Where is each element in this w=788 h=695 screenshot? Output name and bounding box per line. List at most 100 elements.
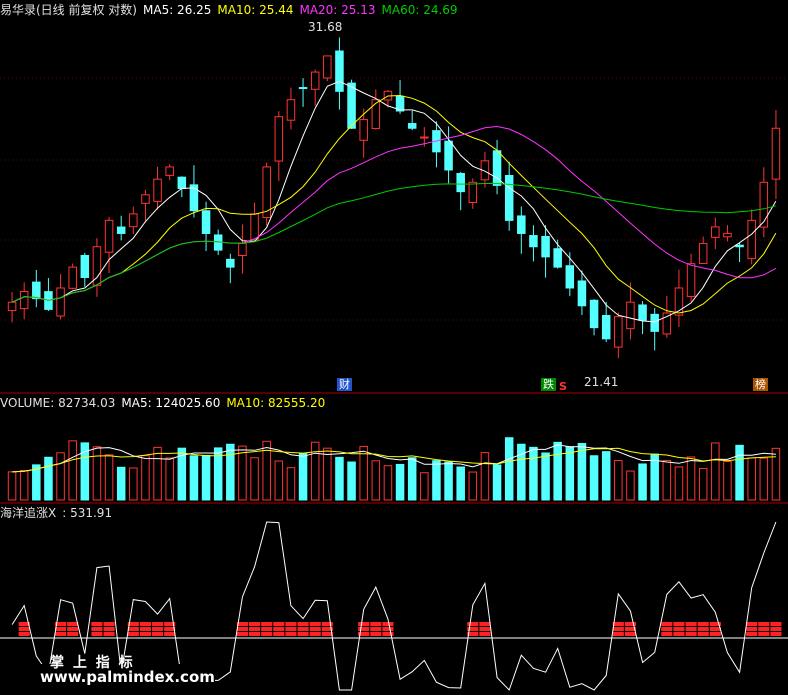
candle-body xyxy=(577,280,587,307)
signal-block xyxy=(261,622,273,626)
candle-body xyxy=(298,87,308,90)
drop-tag[interactable]: 跌 xyxy=(541,378,556,391)
finance-tag[interactable]: 财 xyxy=(337,378,352,391)
candle-body xyxy=(286,99,296,121)
signal-block xyxy=(236,632,248,636)
signal-block xyxy=(370,622,382,626)
signal-block xyxy=(249,632,261,636)
candle-body xyxy=(686,263,696,297)
price-candles xyxy=(7,37,781,359)
volume-bar xyxy=(129,467,138,501)
signal-block xyxy=(358,622,370,626)
volume-label: VOLUME: 82734.03 xyxy=(0,396,116,410)
candle-body xyxy=(104,219,114,253)
candle-body xyxy=(723,232,732,238)
volume-bar xyxy=(504,437,514,501)
volume-bar xyxy=(771,447,781,501)
signal-block xyxy=(297,627,309,631)
candle-body xyxy=(698,242,708,264)
candle-body xyxy=(747,219,756,260)
volume-bar xyxy=(541,452,550,501)
ma60-label: MA60: 24.69 xyxy=(381,3,458,17)
ma5-line xyxy=(11,80,777,323)
volume-bar xyxy=(614,460,623,501)
signal-block xyxy=(358,627,370,631)
price-header: 易华录(日线 前复权 对数) MA5: 26.25 MA10: 25.44 MA20:… xyxy=(0,3,464,17)
signal-block xyxy=(273,632,285,636)
signal-block xyxy=(152,622,164,626)
sell-tag[interactable]: S xyxy=(557,380,569,393)
signal-block xyxy=(55,627,67,631)
signal-block xyxy=(479,627,491,631)
candle-body xyxy=(711,226,720,238)
candle-body xyxy=(238,242,247,257)
ma5-label: MA5: 26.25 xyxy=(143,3,212,17)
signal-block xyxy=(139,627,151,631)
candle-body xyxy=(407,123,417,129)
candle-body xyxy=(310,71,320,90)
signal-block xyxy=(91,632,103,636)
signal-block xyxy=(770,627,782,631)
volume-bar xyxy=(674,466,684,501)
candle-body xyxy=(359,119,368,141)
signal-block xyxy=(321,622,333,626)
signal-block xyxy=(261,627,273,631)
candle-body xyxy=(529,235,538,248)
signal-block xyxy=(758,632,770,636)
signal-block xyxy=(685,632,697,636)
candle-body xyxy=(456,172,465,193)
signal-block xyxy=(661,622,673,626)
signal-block xyxy=(709,627,721,631)
signal-block xyxy=(273,622,285,626)
signal-block xyxy=(673,632,685,636)
signal-block xyxy=(685,627,697,631)
candle-body xyxy=(116,226,126,234)
signal-block xyxy=(746,622,758,626)
candle-body xyxy=(56,287,65,317)
volume-bar xyxy=(553,441,562,501)
volume-bar xyxy=(480,452,490,501)
watermark: 掌 上 指 标 www.palmindex.com xyxy=(0,655,215,695)
volume-bar xyxy=(32,464,41,501)
candle-body xyxy=(189,184,199,212)
candle-body xyxy=(129,213,138,228)
volume-bar xyxy=(359,445,368,501)
volume-ma5-line xyxy=(12,444,776,473)
signal-block xyxy=(697,627,709,631)
volume-bar xyxy=(189,455,199,501)
candle-body xyxy=(201,210,211,234)
ma20-line xyxy=(11,125,777,303)
signal-block xyxy=(18,632,30,636)
volume-bar xyxy=(310,441,320,501)
volume-bar xyxy=(298,453,308,501)
signal-block xyxy=(612,627,624,631)
volume-bar xyxy=(141,455,150,501)
candle-body xyxy=(165,166,174,176)
ranking-tag[interactable]: 榜 xyxy=(753,378,768,391)
volume-bar xyxy=(420,472,429,501)
candle-body xyxy=(735,244,744,248)
signal-block xyxy=(164,632,176,636)
volume-bar xyxy=(104,454,114,501)
signal-block xyxy=(697,632,709,636)
signal-block xyxy=(673,622,685,626)
candle-body xyxy=(589,299,599,329)
candle-body xyxy=(7,301,17,312)
signal-block xyxy=(661,632,673,636)
signal-block xyxy=(770,632,782,636)
signal-block xyxy=(249,627,261,631)
signal-block xyxy=(67,632,79,636)
candle-body xyxy=(565,265,575,289)
candle-body xyxy=(638,304,647,321)
indicator-value: : 531.91 xyxy=(62,506,113,520)
signal-block xyxy=(55,632,67,636)
volume-bar xyxy=(395,463,405,501)
candle-body xyxy=(323,55,332,79)
indicator-header: 海洋追涨X: 531.91 xyxy=(0,506,118,520)
candle-body xyxy=(335,50,344,92)
volume-bar xyxy=(407,457,417,501)
volume-bar xyxy=(92,446,102,501)
volume-bar xyxy=(601,451,611,501)
signal-block xyxy=(758,627,770,631)
candle-body xyxy=(626,301,635,330)
